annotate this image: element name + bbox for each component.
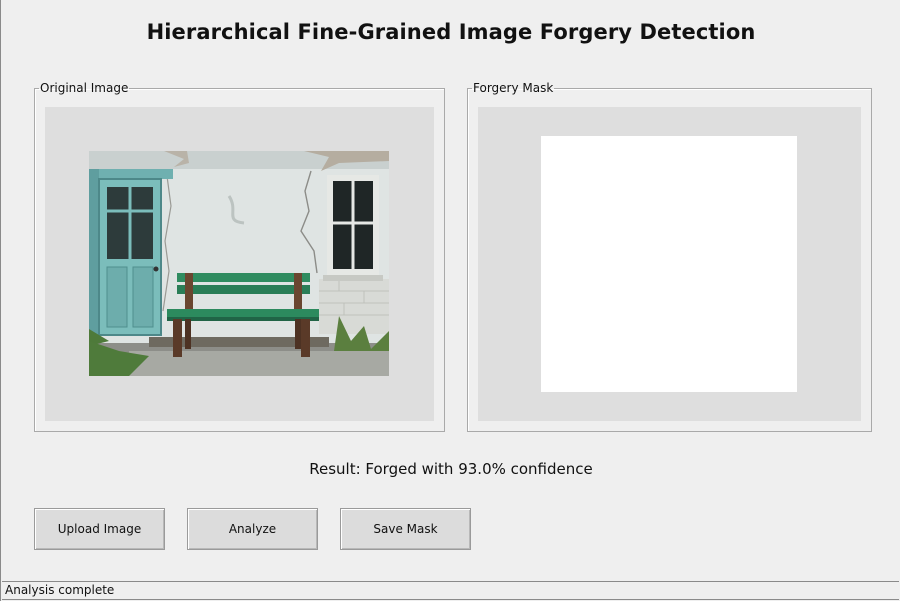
status-bar: Analysis complete [2, 581, 899, 600]
save-mask-button[interactable]: Save Mask [340, 508, 471, 550]
result-text: Result: Forged with 93.0% confidence [309, 460, 593, 478]
forgery-mask-image [541, 136, 797, 392]
forgery-mask-label: Forgery Mask [473, 81, 554, 95]
app-window: Hierarchical Fine-Grained Image Forgery … [0, 0, 900, 601]
original-image-label: Original Image [40, 81, 129, 95]
original-image-photo [89, 151, 389, 376]
upload-image-button[interactable]: Upload Image [34, 508, 165, 550]
app-title: Hierarchical Fine-Grained Image Forgery … [146, 20, 756, 44]
analyze-button[interactable]: Analyze [187, 508, 318, 550]
